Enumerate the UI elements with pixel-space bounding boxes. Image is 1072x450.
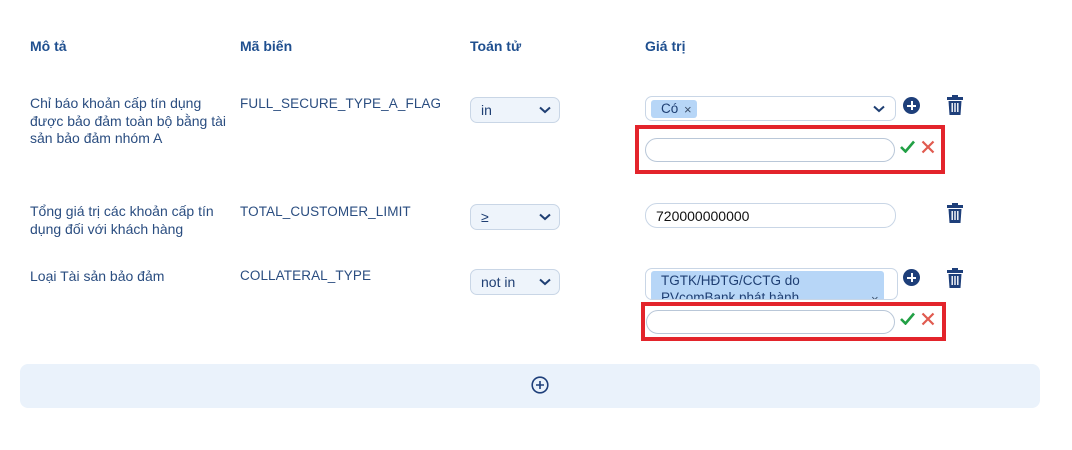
row-1-new-value-input[interactable] [645,138,895,162]
check-icon[interactable] [900,140,915,153]
chevron-down-icon [539,213,551,221]
value-tag: TGTK/HĐTG/CCTG do PVcomBank phát hành × [651,271,884,299]
check-icon[interactable] [900,312,915,325]
row-1-description: Chỉ báo khoản cấp tín dụng được bảo đảm … [30,95,227,146]
add-value-icon[interactable] [903,269,920,286]
header-operator: Toán tử [470,38,522,54]
row-1-value-multiselect[interactable]: Có × [645,96,896,121]
trash-icon[interactable] [947,203,963,223]
trash-icon[interactable] [947,95,963,115]
row-2-variable-code: TOTAL_CUSTOMER_LIMIT [240,204,411,219]
tag-remove-icon[interactable]: × [871,292,879,299]
header-description: Mô tả [30,38,67,54]
row-1-operator-select[interactable]: in [470,97,560,123]
trash-icon[interactable] [947,268,963,288]
row-3-variable-code: COLLATERAL_TYPE [240,268,372,283]
tag-remove-icon[interactable]: × [684,102,692,117]
row-2-operator-select[interactable]: ≥ [470,204,560,230]
chevron-down-icon [539,278,551,286]
row-1-variable-code: FULL_SECURE_TYPE_A_FLAG [240,96,442,111]
value-tag: Có × [651,100,697,118]
header-value: Giá trị [645,38,686,54]
x-icon[interactable] [921,140,935,154]
row-3-value-multiselect[interactable]: TGTK/HĐTG/CCTG do PVcomBank phát hành × [645,268,898,300]
x-icon[interactable] [921,312,935,326]
plus-circle-outline-icon[interactable] [531,376,549,394]
row-3-new-value-input[interactable] [646,310,895,334]
header-variable-code: Mã biến [240,38,293,54]
chevron-down-icon [539,106,551,114]
row-2-description: Tổng giá trị các khoản cấp tín dụng đối … [30,203,214,237]
row-3-operator-select[interactable]: not in [470,269,560,295]
row-3-description: Loại Tài sản bảo đảm [30,268,165,284]
add-value-icon[interactable] [903,97,920,114]
chevron-down-icon[interactable] [873,105,885,113]
row-2-value-input[interactable]: 720000000000 [645,203,896,228]
add-row-bar[interactable] [20,364,1040,408]
